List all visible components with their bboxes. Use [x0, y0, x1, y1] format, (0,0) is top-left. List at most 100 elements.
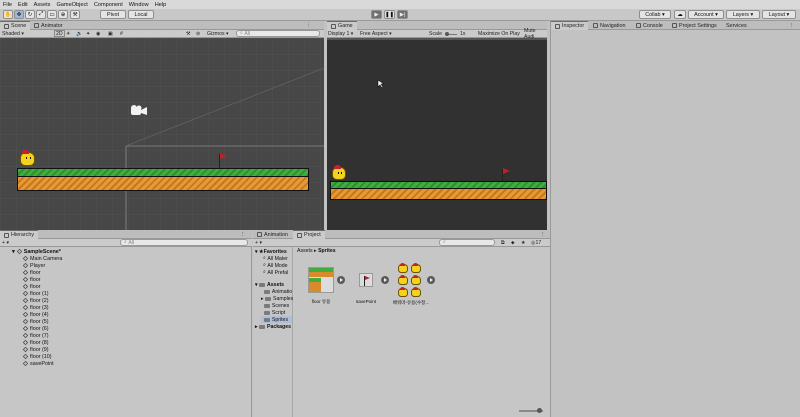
packages-folder[interactable]: ▸ Packages	[255, 323, 291, 330]
tab-project-settings[interactable]: Project Settings	[668, 21, 721, 30]
inspector-menu-icon[interactable]: ⋮	[785, 21, 798, 30]
layers-dropdown[interactable]: Layers ▾	[726, 10, 760, 19]
savepoint-flag[interactable]	[220, 153, 227, 159]
hierarchy-item[interactable]: floor	[22, 276, 41, 283]
gizmos-dropdown[interactable]: Gizmos ▾	[207, 30, 229, 38]
pause-button[interactable]: ❚❚	[384, 10, 395, 19]
scene-root-row[interactable]: ▾ SampleScene*	[12, 248, 61, 255]
custom-tool-icon[interactable]: ⚒	[70, 10, 80, 19]
tab-hierarchy[interactable]: Hierarchy	[0, 230, 39, 239]
hierarchy-item[interactable]: floor (3)	[22, 304, 49, 311]
assets-folder[interactable]: ▾ Assets	[255, 281, 284, 288]
hierarchy-item[interactable]: floor (10)	[22, 353, 52, 360]
hierarchy-item[interactable]: savePoint	[22, 360, 54, 367]
project-search-input[interactable]: ⌕	[439, 239, 495, 246]
filter-type-icon[interactable]: ⧉	[501, 239, 505, 247]
move-tool-icon[interactable]: ✥	[14, 10, 24, 19]
hierarchy-item[interactable]: floor	[22, 283, 41, 290]
player-spritesheet-asset[interactable]	[397, 261, 425, 297]
step-button[interactable]: ▶|	[397, 10, 408, 19]
tab-inspector[interactable]: Inspector	[551, 21, 589, 30]
filter-label-icon[interactable]: ⬥	[511, 239, 515, 247]
camera-gizmo-icon[interactable]	[131, 105, 147, 116]
player-sprite[interactable]	[20, 150, 35, 166]
tab-game[interactable]: Game	[327, 21, 357, 30]
tab-project[interactable]: Project	[293, 230, 325, 239]
scene-visibility-icon[interactable]: ⊘	[196, 30, 200, 38]
scene-camera-icon[interactable]: ▣	[108, 30, 113, 38]
savepoint-sprite-asset[interactable]	[359, 273, 373, 287]
audio-icon[interactable]: 🔈	[76, 30, 82, 38]
aspect-dropdown[interactable]: Free Aspect ▾	[360, 30, 392, 38]
scale-tool-icon[interactable]: ⤢	[36, 10, 46, 19]
visibility-icon[interactable]: ◎ 17	[531, 239, 541, 247]
layout-dropdown[interactable]: Layout ▾	[762, 10, 796, 19]
scene-search-input[interactable]: ⌕ All	[236, 30, 320, 37]
tab-scene[interactable]: Scene	[0, 21, 31, 30]
transform-tool-icon[interactable]: ⊕	[58, 10, 68, 19]
folder-item[interactable]: Scenes	[261, 302, 289, 309]
favorite-star-icon[interactable]: ★	[521, 239, 526, 247]
hidden-objects-icon[interactable]: ◉	[96, 30, 101, 38]
menu-file[interactable]: File	[3, 2, 12, 8]
hierarchy-item[interactable]: floor	[22, 269, 41, 276]
scale-slider[interactable]	[445, 30, 457, 38]
folder-item[interactable]: ▸ Samples	[261, 295, 293, 302]
hierarchy-item[interactable]: floor (5)	[22, 318, 49, 325]
menu-component[interactable]: Component	[94, 2, 123, 8]
icon-size-slider[interactable]	[519, 408, 543, 413]
hierarchy-item[interactable]: floor (6)	[22, 325, 49, 332]
hierarchy-item[interactable]: floor (1)	[22, 290, 49, 297]
menu-help[interactable]: Help	[155, 2, 167, 8]
expand-arrow-icon[interactable]: ▾	[12, 249, 15, 255]
hierarchy-item[interactable]: floor (2)	[22, 297, 49, 304]
create-dropdown[interactable]: + ▾	[2, 239, 9, 247]
play-button[interactable]: ▶	[371, 10, 382, 19]
expand-sprite-icon[interactable]	[381, 276, 389, 284]
favorite-item[interactable]: ⌕ All Mater	[263, 255, 288, 262]
floor-grass[interactable]	[17, 168, 309, 177]
collab-dropdown[interactable]: Collab ▾	[639, 10, 671, 19]
scene-view[interactable]	[0, 38, 324, 230]
project-menu-icon[interactable]: ⋮	[536, 230, 549, 239]
hierarchy-item[interactable]: floor (7)	[22, 332, 49, 339]
cloud-icon[interactable]: ☁	[674, 10, 686, 19]
pivot-toggle[interactable]: Pivot	[100, 10, 126, 19]
expand-sprite-icon[interactable]	[427, 276, 435, 284]
tab-console[interactable]: Console	[632, 21, 667, 30]
grid-icon[interactable]: #	[120, 30, 123, 38]
folder-item-selected[interactable]: Sprites	[261, 316, 292, 323]
menu-edit[interactable]: Edit	[18, 2, 28, 8]
hierarchy-item[interactable]: floor (4)	[22, 311, 49, 318]
hand-tool-icon[interactable]: ✋	[3, 10, 13, 19]
rotate-tool-icon[interactable]: ↻	[25, 10, 35, 19]
effects-icon[interactable]: ✦	[86, 30, 90, 38]
hierarchy-menu-icon[interactable]: ⋮	[236, 230, 249, 239]
favorites-header[interactable]: ▾ ★ Favorites	[255, 248, 287, 255]
hierarchy-item[interactable]: Player	[22, 262, 45, 269]
2d-toggle[interactable]: 2D	[54, 30, 65, 37]
scene-tab-menu-icon[interactable]: ⋮	[306, 21, 311, 29]
expand-sprite-icon[interactable]	[337, 276, 345, 284]
slider-thumb[interactable]	[537, 408, 542, 413]
tab-animation[interactable]: Animation	[253, 230, 292, 239]
tab-navigation[interactable]: Navigation	[589, 21, 629, 30]
lighting-icon[interactable]: ☀	[66, 30, 71, 38]
game-view[interactable]	[327, 38, 547, 230]
local-toggle[interactable]: Local	[128, 10, 154, 19]
floor-dirt[interactable]	[17, 177, 309, 191]
floor-sprite-asset[interactable]	[308, 267, 334, 293]
favorite-item[interactable]: ⌕ All Prefal	[263, 269, 288, 276]
maximize-on-play-toggle[interactable]: Maximize On Play	[478, 30, 520, 38]
display-dropdown[interactable]: Display 1 ▾	[328, 30, 353, 38]
shading-dropdown[interactable]: Shaded ▾	[2, 30, 24, 38]
hierarchy-item[interactable]: floor (9)	[22, 346, 49, 353]
menu-gameobject[interactable]: GameObject	[56, 2, 87, 8]
breadcrumb-assets[interactable]: Assets	[297, 248, 313, 254]
folder-item[interactable]: Animatio	[261, 288, 292, 295]
hierarchy-item[interactable]: Main Camera	[22, 255, 62, 262]
account-dropdown[interactable]: Account ▾	[688, 10, 724, 19]
tools-icon[interactable]: ⚒	[186, 30, 191, 38]
hierarchy-search-input[interactable]: ⌕ All	[120, 239, 248, 246]
breadcrumb-sprites[interactable]: Sprites	[318, 248, 336, 254]
